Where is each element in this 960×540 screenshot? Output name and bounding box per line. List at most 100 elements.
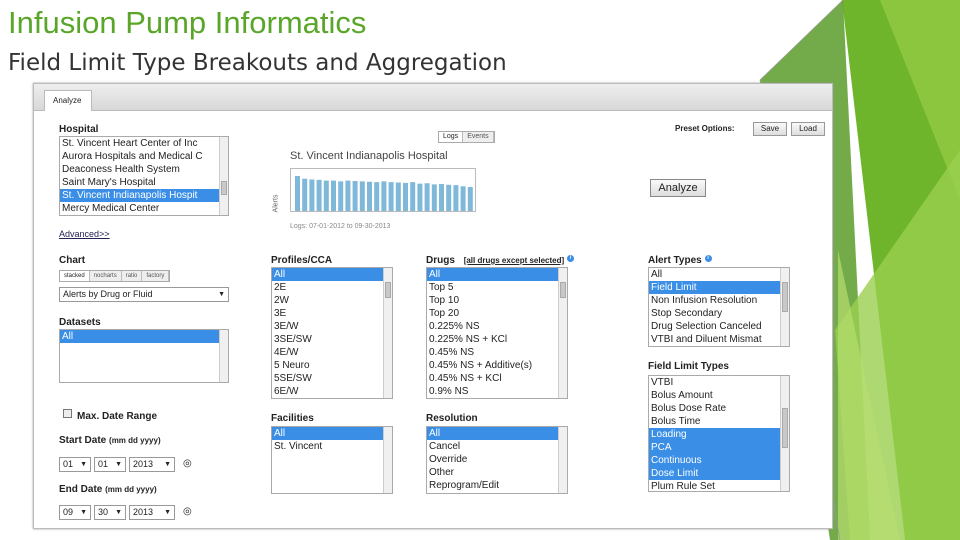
- list-item[interactable]: Bolus Dose Rate: [649, 402, 789, 415]
- list-item[interactable]: 2W: [272, 294, 392, 307]
- resolution-listbox[interactable]: All Cancel Override Other Reprogram/Edit: [426, 426, 568, 494]
- info-icon[interactable]: i: [704, 255, 712, 262]
- toggle-logs[interactable]: Logs: [439, 132, 464, 142]
- analyze-button[interactable]: Analyze: [650, 179, 706, 197]
- list-item[interactable]: Continuous: [649, 454, 789, 467]
- list-item[interactable]: All: [272, 268, 392, 281]
- end-calendar-icon[interactable]: ◎: [183, 506, 192, 517]
- max-date-range-checkbox[interactable]: [63, 409, 72, 418]
- facilities-listbox[interactable]: All St. Vincent: [271, 426, 393, 494]
- list-item[interactable]: Loading: [649, 428, 789, 441]
- profiles-scrollbar[interactable]: [383, 268, 392, 398]
- preview-bar: [367, 181, 372, 211]
- start-date-label: Start Date (mm dd yyyy): [59, 435, 161, 446]
- list-item[interactable]: 0.45% NS + KCl: [427, 372, 567, 385]
- list-item[interactable]: Drug Selection Canceled: [649, 320, 789, 333]
- tab-analyze[interactable]: Analyze: [44, 90, 92, 111]
- list-item[interactable]: Mercy Medical Center: [60, 202, 228, 215]
- end-day-select[interactable]: 30 ▼: [94, 505, 126, 520]
- logs-events-toggle[interactable]: Logs Events: [438, 131, 495, 143]
- list-item[interactable]: 6E/W: [272, 385, 392, 398]
- list-item[interactable]: 4E/W: [272, 346, 392, 359]
- toggle-events[interactable]: Events: [463, 132, 494, 142]
- drugs-listbox[interactable]: All Top 5 Top 10 Top 20 0.225% NS 0.225% NS +…: [426, 267, 568, 399]
- start-year-select[interactable]: 2013 ▼: [129, 457, 175, 472]
- list-item[interactable]: 3E: [272, 307, 392, 320]
- preview-bar: [388, 182, 394, 211]
- list-item[interactable]: PCA: [649, 441, 789, 454]
- segment-ratio[interactable]: ratio: [122, 271, 143, 281]
- list-item[interactable]: VTBI and Diluent Mismat: [649, 333, 789, 346]
- drugs-scrollbar[interactable]: [558, 268, 567, 398]
- preset-load-button[interactable]: Load: [791, 122, 825, 136]
- list-item[interactable]: VTBI: [649, 376, 789, 389]
- start-calendar-icon[interactable]: ◎: [183, 458, 192, 469]
- end-month-select[interactable]: 09 ▼: [59, 505, 91, 520]
- list-item[interactable]: Plum Rule Set: [649, 480, 789, 491]
- field-limit-types-listbox[interactable]: VTBI Bolus Amount Bolus Dose Rate Bolus Tim…: [648, 375, 790, 492]
- drugs-exclusion-link[interactable]: [all drugs except selected]: [464, 256, 564, 265]
- alert-types-listbox[interactable]: All Field Limit Non Infusion Resolution Sto…: [648, 267, 790, 347]
- chart-type-dropdown[interactable]: Alerts by Drug or Fluid ▼: [59, 287, 229, 302]
- list-item[interactable]: 5SE/SW: [272, 372, 392, 385]
- list-item[interactable]: All: [649, 268, 789, 281]
- preview-bar: [417, 183, 423, 211]
- list-item[interactable]: 0.45% NS: [427, 346, 567, 359]
- list-item[interactable]: All: [60, 330, 228, 343]
- list-item[interactable]: 0.45% NS + Additive(s): [427, 359, 567, 372]
- segment-nocharts[interactable]: nocharts: [90, 271, 122, 281]
- list-item[interactable]: All: [427, 268, 567, 281]
- list-item[interactable]: Top 10: [427, 294, 567, 307]
- list-item[interactable]: Dose Limit: [649, 467, 789, 480]
- list-item[interactable]: Bolus Amount: [649, 389, 789, 402]
- datasets-scrollbar[interactable]: [219, 330, 228, 382]
- segment-factory[interactable]: factory: [142, 271, 170, 281]
- hospital-scrollbar[interactable]: [219, 137, 228, 215]
- preview-caption: Logs: 07-01-2012 to 09-30-2013: [290, 223, 391, 230]
- hospital-listbox[interactable]: St. Vincent Heart Center of Inc Aurora Ho…: [59, 136, 229, 216]
- facilities-scrollbar[interactable]: [383, 427, 392, 493]
- list-item[interactable]: Override: [427, 453, 567, 466]
- list-item[interactable]: All: [427, 427, 567, 440]
- list-item[interactable]: All: [272, 427, 392, 440]
- preview-chart-ylabel: Alerts: [272, 194, 280, 213]
- list-item[interactable]: Saint Mary's Hospital: [60, 176, 228, 189]
- alert-types-scrollbar[interactable]: [780, 268, 789, 346]
- resolution-scrollbar[interactable]: [558, 427, 567, 493]
- list-item[interactable]: 2E: [272, 281, 392, 294]
- segment-stacked[interactable]: stacked: [60, 271, 90, 281]
- list-item[interactable]: Top 5: [427, 281, 567, 294]
- list-item[interactable]: St. Vincent Heart Center of Inc: [60, 137, 228, 150]
- list-item[interactable]: Deaconess Health System: [60, 163, 228, 176]
- list-item[interactable]: Bolus Time: [649, 415, 789, 428]
- preset-save-button[interactable]: Save: [753, 122, 787, 136]
- list-item[interactable]: Other: [427, 466, 567, 479]
- list-item[interactable]: 3E/W: [272, 320, 392, 333]
- list-item[interactable]: 3SE/SW: [272, 333, 392, 346]
- preview-bar: [381, 181, 387, 211]
- preview-bar: [403, 182, 408, 211]
- info-icon[interactable]: i: [566, 255, 574, 262]
- list-item[interactable]: St. Vincent: [272, 440, 392, 453]
- list-item[interactable]: 0.9% NS: [427, 385, 567, 398]
- advanced-link[interactable]: Advanced>>: [59, 229, 110, 239]
- field-limit-scrollbar[interactable]: [780, 376, 789, 491]
- preview-bar: [431, 184, 437, 211]
- end-year-select[interactable]: 2013 ▼: [129, 505, 175, 520]
- list-item[interactable]: St. Vincent Indianapolis Hospit: [60, 189, 228, 202]
- chart-mode-segments[interactable]: stacked nocharts ratio factory: [59, 270, 171, 282]
- profiles-listbox[interactable]: All 2E 2W 3E 3E/W 3SE/SW 4E/W 5 Neuro 5SE/SW 6E/W: [271, 267, 393, 399]
- list-item[interactable]: Cancel: [427, 440, 567, 453]
- list-item[interactable]: Non Infusion Resolution: [649, 294, 789, 307]
- list-item[interactable]: 5 Neuro: [272, 359, 392, 372]
- list-item[interactable]: Reprogram/Edit: [427, 479, 567, 492]
- list-item[interactable]: Stop Secondary: [649, 307, 789, 320]
- list-item[interactable]: Field Limit: [649, 281, 789, 294]
- list-item[interactable]: Top 20: [427, 307, 567, 320]
- list-item[interactable]: 0.225% NS: [427, 320, 567, 333]
- list-item[interactable]: Aurora Hospitals and Medical C: [60, 150, 228, 163]
- start-month-select[interactable]: 01 ▼: [59, 457, 91, 472]
- list-item[interactable]: 0.225% NS + KCl: [427, 333, 567, 346]
- datasets-listbox[interactable]: All: [59, 329, 229, 383]
- start-day-select[interactable]: 01 ▼: [94, 457, 126, 472]
